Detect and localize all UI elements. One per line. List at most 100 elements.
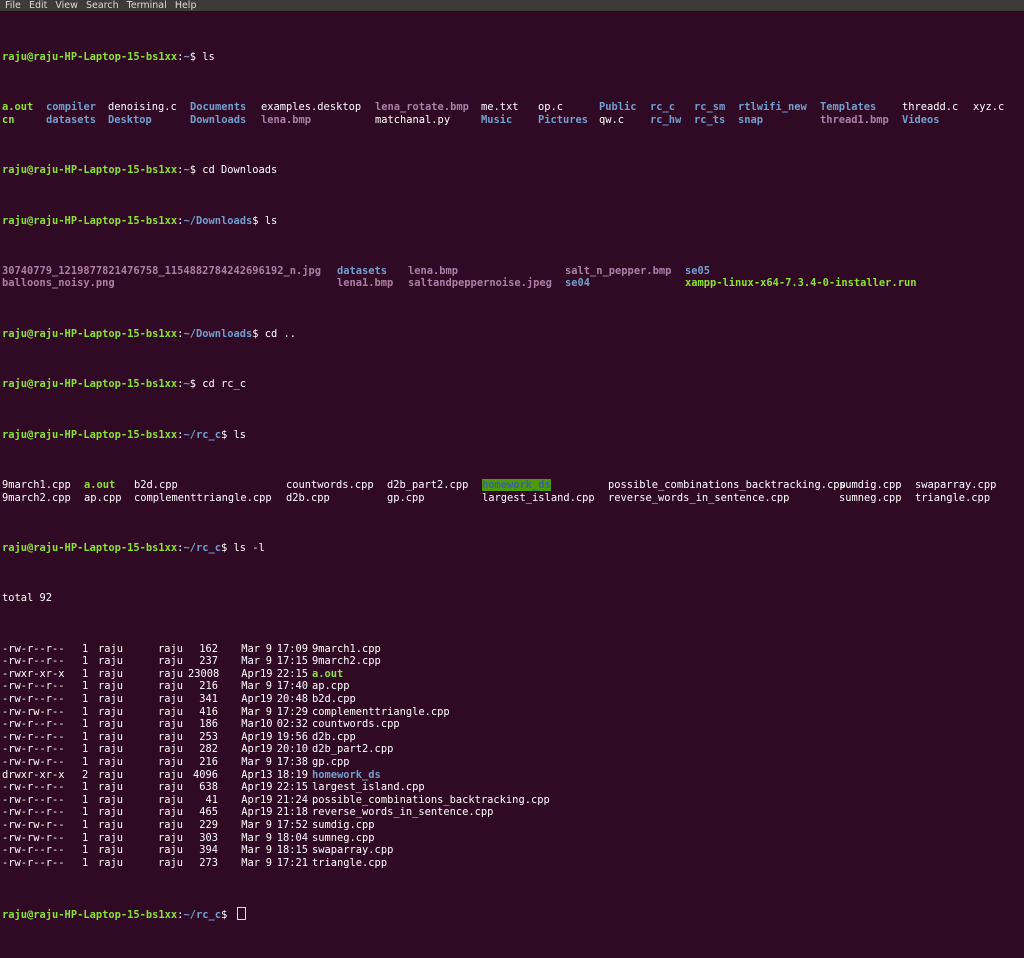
ls-entry: Downloads <box>190 113 247 126</box>
prompt-user: raju@raju-HP-Laptop-15-bs1xx <box>2 378 178 391</box>
menu-file[interactable]: File <box>5 0 21 11</box>
month: Mar <box>241 819 260 831</box>
link-count: 2 <box>82 768 89 781</box>
file-name: possible_combinations_backtracking.cpp <box>312 793 550 806</box>
group: raju <box>158 693 184 706</box>
owner: raju <box>98 844 124 857</box>
file-size: 341 <box>199 693 218 706</box>
file-row: drwxr-xr-x 2 raju raju 4096 Apr 13 18:19 homewor… <box>2 769 1013 782</box>
ls-entry: qw.c <box>599 113 625 126</box>
permissions: -rw-r--r-- <box>2 655 65 668</box>
permissions: -rwxr-xr-x <box>2 667 65 680</box>
command-text: ls <box>202 50 215 63</box>
ls-entry: rc_ts <box>694 113 726 126</box>
file-row: -rw-r--r-- 1 raju raju 341 Apr 19 20:48 b2d.cpp <box>2 693 1013 706</box>
group: raju <box>158 819 184 831</box>
ls-entry: Music <box>481 113 513 126</box>
ls-entry: sumdig.cpp <box>839 478 902 491</box>
file-row: -rw-r--r-- 1 raju raju 465 Apr 19 21:18 reverse_… <box>2 806 1013 819</box>
ls-entry: thread1.bmp <box>820 113 889 126</box>
menu-edit[interactable]: Edit <box>29 0 47 11</box>
day: 9 <box>265 705 272 718</box>
time: 17:38 <box>276 756 308 769</box>
ls-entry: saltandpeppernoise.jpeg <box>408 277 552 290</box>
file-name: countwords.cpp <box>312 718 400 731</box>
menu-help[interactable]: Help <box>175 0 197 11</box>
text-cursor[interactable] <box>236 907 246 921</box>
file-size: 229 <box>199 819 218 831</box>
ls-entry: lena.bmp <box>261 113 312 126</box>
month: Mar <box>241 856 260 869</box>
day: 9 <box>265 831 272 844</box>
link-count: 1 <box>82 743 89 756</box>
file-name: d2b_part2.cpp <box>312 743 394 756</box>
ls-downloads-output: 30740779_1219877821476758_11548827842426… <box>2 265 1013 290</box>
day: 9 <box>265 844 272 857</box>
ls-entry: largest_island.cpp <box>482 491 595 504</box>
menu-search[interactable]: Search <box>86 0 119 11</box>
file-size: 41 <box>205 793 218 806</box>
time: 02:32 <box>276 718 308 731</box>
group: raju <box>158 793 184 806</box>
prompt-line: raju@raju-HP-Laptop-15-bs1xx:~$ cd Downl… <box>2 164 278 177</box>
terminal-area[interactable]: raju@raju-HP-Laptop-15-bs1xx:~$ ls a.out… <box>0 12 1024 921</box>
link-count: 1 <box>82 680 89 693</box>
menu-view[interactable]: View <box>55 0 78 11</box>
link-count: 1 <box>82 793 89 806</box>
prompt-line: raju@raju-HP-Laptop-15-bs1xx:~/Downloads… <box>2 327 297 340</box>
ls-entry: lena_rotate.bmp <box>375 101 469 114</box>
link-count: 1 <box>82 781 89 794</box>
day: 9 <box>265 819 272 831</box>
command-text: cd .. <box>264 327 297 340</box>
link-count: 1 <box>82 705 89 718</box>
prompt-suffix: $ <box>220 541 234 554</box>
file-size: 216 <box>199 756 218 769</box>
ls-entry: snap <box>738 113 764 126</box>
menu-terminal[interactable]: Terminal <box>127 0 167 11</box>
link-count: 1 <box>82 831 89 844</box>
owner: raju <box>98 756 124 769</box>
permissions: -rw-r--r-- <box>2 680 65 693</box>
ls-entry: d2b_part2.cpp <box>387 478 469 491</box>
day: 19 <box>260 667 273 680</box>
file-name: gp.cpp <box>312 756 350 769</box>
owner: raju <box>98 806 124 819</box>
file-row: -rw-r--r-- 1 raju raju 638 Apr 19 22:15 largest_… <box>2 781 1013 794</box>
file-row: -rw-r--r-- 1 raju raju 186 Mar 10 02:32 countwor… <box>2 718 1013 731</box>
owner: raju <box>98 743 124 756</box>
file-size: 4096 <box>192 768 218 781</box>
month: Mar <box>241 655 260 668</box>
file-row: -rwxr-xr-x 1 raju raju 23008 Apr 19 22:15 a.out <box>2 668 1013 681</box>
month: Mar <box>241 844 260 857</box>
time: 17:29 <box>276 705 308 718</box>
permissions: -rw-r--r-- <box>2 793 65 806</box>
day: 9 <box>265 642 272 655</box>
permissions: -rw-r--r-- <box>2 806 65 819</box>
ls-entry: matchanal.py <box>375 113 451 126</box>
file-name: complementtriangle.cpp <box>312 705 450 718</box>
owner: raju <box>98 642 124 655</box>
month: Apr <box>241 730 260 743</box>
prompt-user: raju@raju-HP-Laptop-15-bs1xx <box>2 541 178 554</box>
ls-entry: Documents <box>190 101 247 114</box>
time: 22:15 <box>276 781 308 794</box>
owner: raju <box>98 705 124 718</box>
day: 9 <box>265 856 272 869</box>
ls-entry: gp.cpp <box>387 491 425 504</box>
terminal-output: raju@raju-HP-Laptop-15-bs1xx:~$ ls a.out… <box>2 13 1013 958</box>
ls-home-output: a.out compiler denoising.c Documents exa… <box>2 101 1013 126</box>
ls-entry: se05 <box>685 264 711 277</box>
day: 10 <box>260 718 273 731</box>
file-name: ap.cpp <box>312 680 350 693</box>
link-count: 1 <box>82 806 89 819</box>
group: raju <box>158 642 184 655</box>
file-name: a.out <box>312 667 344 680</box>
group: raju <box>158 844 184 857</box>
file-size: 273 <box>199 856 218 869</box>
permissions: drwxr-xr-x <box>2 768 65 781</box>
prompt-suffix: $ <box>220 428 234 441</box>
day: 19 <box>260 730 273 743</box>
file-size: 394 <box>199 844 218 857</box>
day: 19 <box>260 743 273 756</box>
permissions: -rw-r--r-- <box>2 856 65 869</box>
